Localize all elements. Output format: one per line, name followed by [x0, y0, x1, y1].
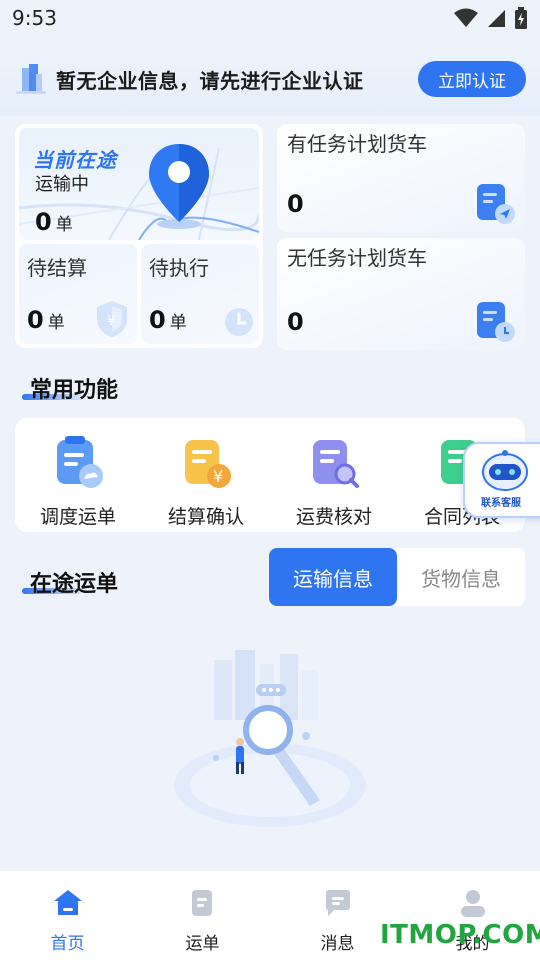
nav-waybill-label: 运单 — [185, 934, 220, 954]
freight-check-icon — [313, 440, 359, 488]
func-label: 调度运单 — [39, 506, 116, 528]
order-info-tabs: 运输信息 货物信息 — [269, 548, 525, 606]
tab-cargo-info[interactable]: 货物信息 — [397, 548, 525, 606]
pending-execution-count: 0单 — [149, 306, 187, 334]
pending-execution-title: 待执行 — [149, 256, 209, 280]
document-send-icon — [477, 184, 515, 224]
location-pin-icon — [149, 144, 209, 229]
nav-messages-label: 消息 — [320, 934, 355, 954]
in-transit-card[interactable]: 当前在途 运输中 0单 待结算 0单 ¥ 待执行 0单 — [15, 124, 263, 348]
pending-settlement-card[interactable]: 待结算 0单 ¥ — [19, 244, 137, 344]
watermark: ITMOP.COM — [380, 920, 540, 950]
func-label: 运费核对 — [295, 506, 372, 528]
in-transit-count: 0单 — [35, 208, 73, 236]
trucks-without-plan-count: 0 — [287, 308, 304, 336]
common-functions-title: 常用功能 — [30, 378, 119, 403]
svg-text:¥: ¥ — [213, 467, 223, 486]
customer-service-label: 联系客服 — [481, 498, 521, 509]
settlement-confirm-button[interactable]: ¥ 结算确认 — [151, 436, 261, 529]
in-transit-title: 当前在途 — [33, 148, 117, 172]
status-time: 9:53 — [12, 6, 57, 30]
shield-yen-icon: ¥ — [97, 301, 127, 337]
trucks-without-plan-card[interactable]: 无任务计划货车 0 — [277, 238, 525, 350]
home-icon — [53, 890, 82, 915]
nav-waybill[interactable]: 运单 — [135, 871, 270, 960]
profile-icon — [460, 890, 485, 917]
settlement-confirm-icon: ¥ — [185, 440, 231, 488]
pending-settlement-title: 待结算 — [27, 256, 87, 280]
battery-icon — [515, 7, 527, 29]
empty-state-illustration — [174, 650, 366, 827]
verify-now-button[interactable]: 立即认证 — [418, 61, 526, 97]
message-icon — [325, 890, 350, 916]
document-clock-icon — [477, 302, 515, 342]
dispatch-waybill-button[interactable]: 调度运单 — [23, 436, 133, 529]
pending-settlement-count: 0单 — [27, 306, 65, 334]
building-icon — [16, 64, 46, 94]
tab-transport-info[interactable]: 运输信息 — [269, 548, 397, 606]
robot-icon — [482, 450, 528, 491]
nav-home[interactable]: 首页 — [0, 871, 135, 960]
waybill-icon — [191, 890, 212, 916]
status-icons — [454, 7, 528, 29]
customer-service-button[interactable]: 联系客服 — [463, 442, 540, 518]
trucks-without-plan-title: 无任务计划货车 — [287, 246, 427, 270]
signal-icon — [488, 10, 505, 27]
func-label: 结算确认 — [167, 506, 244, 528]
pending-execution-card[interactable]: 待执行 0单 — [141, 244, 259, 344]
common-functions-panel: 调度运单 ¥ 结算确认 运费核对 合同列表 — [15, 418, 525, 532]
svg-text:¥: ¥ — [107, 314, 115, 329]
in-transit-orders-title: 在途运单 — [30, 572, 119, 597]
in-transit-summary[interactable]: 当前在途 运输中 0单 — [19, 128, 259, 240]
nav-home-label: 首页 — [50, 934, 85, 954]
trucks-with-plan-count: 0 — [287, 190, 304, 218]
status-bar: 9:53 — [0, 0, 540, 36]
trucks-with-plan-card[interactable]: 有任务计划货车 0 — [277, 124, 525, 232]
dispatch-waybill-icon — [57, 436, 103, 488]
banner-text: 暂无企业信息，请先进行企业认证 — [56, 68, 364, 93]
clock-icon — [225, 308, 253, 336]
in-transit-status: 运输中 — [35, 174, 89, 195]
enterprise-banner: 暂无企业信息，请先进行企业认证 立即认证 — [0, 42, 540, 116]
wifi-icon — [454, 8, 478, 27]
trucks-with-plan-title: 有任务计划货车 — [287, 132, 427, 156]
freight-check-button[interactable]: 运费核对 — [279, 436, 389, 529]
